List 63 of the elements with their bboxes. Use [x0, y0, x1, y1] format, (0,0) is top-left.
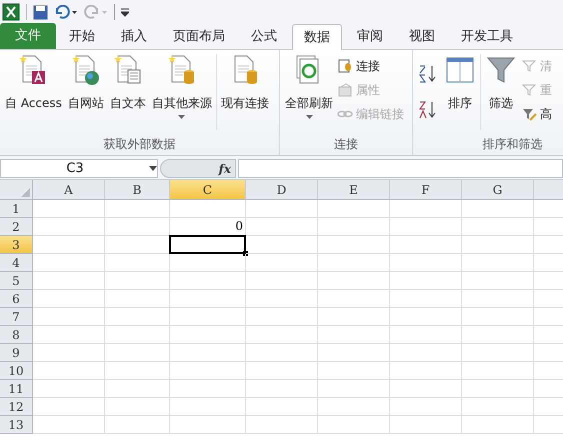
globe-document-icon — [70, 54, 102, 86]
row-header[interactable]: 13 — [0, 416, 33, 434]
ribbon-button[interactable]: 筛选 — [483, 50, 519, 130]
ribbon-tab[interactable]: 插入 — [110, 25, 158, 49]
row-header[interactable]: 9 — [0, 344, 33, 362]
ribbon-tab[interactable]: 审阅 — [346, 25, 394, 49]
name-box[interactable]: C3 — [0, 159, 158, 178]
row-header[interactable]: 4 — [0, 254, 33, 272]
grid-cell[interactable]: 0 — [170, 218, 246, 236]
insert-function-button[interactable]: fx — [218, 160, 231, 178]
ribbon-button[interactable]: 排序 — [442, 50, 478, 130]
ribbon-small-button[interactable]: 连接 — [337, 56, 404, 76]
ribbon-small-button[interactable]: 高 — [521, 104, 552, 124]
column-header[interactable]: A — [33, 180, 105, 199]
redo-icon[interactable] — [84, 5, 108, 19]
column-header[interactable]: F — [390, 180, 462, 199]
row-header[interactable]: 5 — [0, 272, 33, 290]
row-header[interactable]: 10 — [0, 362, 33, 380]
ribbon-button[interactable]: 全部刷新 — [283, 50, 335, 130]
ribbon-tab[interactable]: 公式 — [240, 25, 288, 49]
sort-ascending-icon[interactable] — [419, 64, 437, 84]
column-header[interactable]: E — [318, 180, 390, 199]
row-header[interactable]: 3 — [0, 236, 33, 254]
undo-icon[interactable] — [54, 5, 78, 19]
row-header[interactable]: 11 — [0, 380, 33, 398]
sort-descending-icon[interactable] — [419, 100, 437, 120]
ribbon-button[interactable]: 自文本 — [108, 50, 148, 130]
triangle-icon — [21, 188, 30, 197]
formula-input[interactable] — [238, 159, 563, 178]
row-header[interactable]: 8 — [0, 326, 33, 344]
group-title: 连接 — [333, 136, 359, 153]
row-header[interactable]: 12 — [0, 398, 33, 416]
ribbon-tab[interactable]: 视图 — [398, 25, 446, 49]
save-icon[interactable] — [33, 4, 48, 20]
row-header[interactable]: 7 — [0, 308, 33, 326]
ribbon-tab[interactable]: 数据 — [292, 24, 342, 50]
group-title: 获取外部数据 — [102, 136, 176, 153]
properties-icon — [337, 82, 353, 98]
funnel-icon — [521, 58, 537, 74]
funnel-pencil-icon — [521, 106, 537, 122]
column-header[interactable]: C — [170, 180, 246, 199]
group-title: 排序和筛选 — [482, 136, 544, 153]
funnel-icon — [521, 82, 537, 98]
document-database-icon — [337, 58, 353, 74]
ribbon-tab[interactable]: 页面布局 — [162, 25, 236, 49]
caret-icon — [178, 115, 186, 119]
column-header[interactable]: D — [246, 180, 318, 199]
row-header[interactable]: 6 — [0, 290, 33, 308]
ribbon-tab[interactable]: 开发工具 — [450, 25, 524, 49]
customize-toolbar-icon[interactable] — [121, 7, 129, 17]
ribbon-button[interactable]: 自其他来源 — [150, 50, 214, 130]
row-header[interactable]: 2 — [0, 218, 33, 236]
cell-value: 0 — [235, 218, 243, 235]
caret-icon — [149, 166, 157, 171]
ribbon-button[interactable]: 自 Access — [3, 50, 64, 130]
file-tab[interactable]: 文件 — [0, 23, 56, 49]
spreadsheet-logo-icon[interactable] — [2, 3, 20, 21]
ribbon-tab[interactable]: 开始 — [58, 25, 106, 49]
ribbon-button[interactable]: 自网站 — [66, 50, 106, 130]
ribbon-button[interactable]: 现有连接 — [218, 50, 271, 130]
column-header[interactable]: G — [462, 180, 534, 199]
row-header[interactable]: 1 — [0, 200, 33, 218]
caret-icon — [306, 115, 312, 119]
